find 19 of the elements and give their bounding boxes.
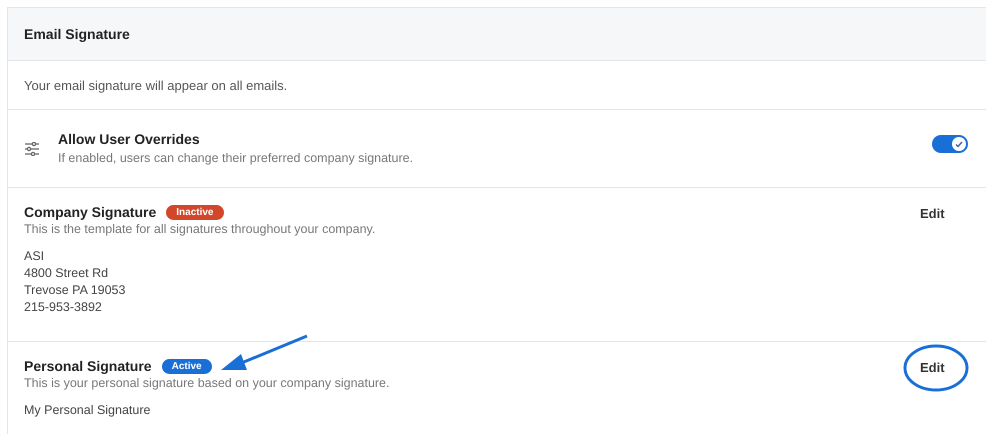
edit-button[interactable]: Edit (920, 206, 945, 221)
signature-title: Company Signature (24, 204, 156, 220)
override-toggle[interactable] (932, 134, 968, 152)
override-title: Allow User Overrides (58, 130, 201, 146)
edit-button[interactable]: Edit (920, 360, 945, 375)
signature-line: 215-953-3892 (24, 299, 103, 316)
signature-line: My Personal Signature (24, 402, 152, 419)
override-hint: If enabled, users can change their preferred company signature. (58, 150, 414, 164)
card-description: Your email signature will appear on all emails. (24, 78, 288, 92)
status-badge: Active (162, 358, 212, 374)
signature-line: 4800 Street Rd (24, 265, 110, 282)
signature-hint: This is your personal signature based on your company signature. (24, 376, 390, 390)
sliders-icon (24, 142, 40, 156)
signature-hint: This is the template for all signatures throughout your company. (24, 222, 376, 236)
card-title: Email Signature (24, 26, 130, 42)
status-badge: Inactive (166, 204, 224, 220)
signature-line: Trevose PA 19053 (24, 282, 126, 299)
signature-title: Personal Signature (24, 358, 152, 374)
signature-line: ASI (24, 248, 46, 265)
